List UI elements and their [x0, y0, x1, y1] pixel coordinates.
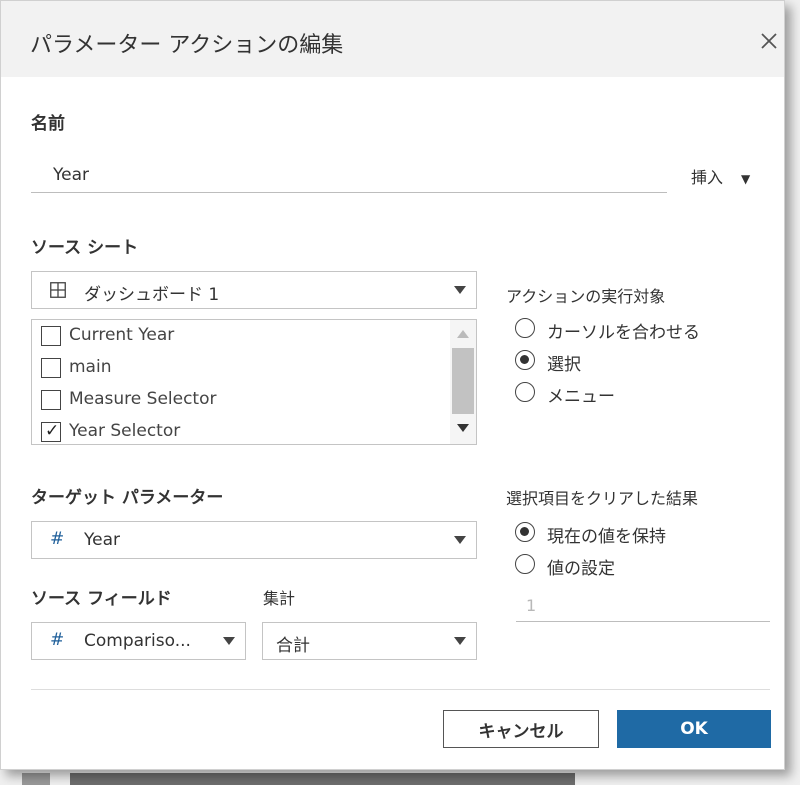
target-parameter-value: Year	[84, 530, 120, 550]
radio-button[interactable]	[515, 382, 535, 402]
aggregation-select[interactable]: 合計	[262, 622, 477, 660]
number-field-icon: #	[50, 630, 65, 650]
radio-label: 選択	[547, 355, 581, 375]
radio-button[interactable]	[515, 318, 535, 338]
source-sheets-label: ソース シート	[31, 238, 139, 258]
dashboard-select-value: ダッシュボード 1	[84, 285, 220, 305]
cancel-button[interactable]: キャンセル	[443, 710, 599, 748]
dashboard-select[interactable]: ダッシュボード 1	[31, 271, 477, 309]
close-icon[interactable]	[758, 30, 780, 52]
sheet-label: Measure Selector	[69, 389, 217, 409]
radio-button[interactable]	[515, 554, 535, 574]
source-field-select[interactable]: # Compariso...	[31, 622, 246, 660]
insert-label: 挿入	[691, 168, 724, 187]
name-label: 名前	[31, 114, 65, 134]
chevron-down-icon	[454, 637, 466, 645]
radio-label: 値の設定	[547, 559, 615, 579]
background-strip	[70, 773, 575, 785]
list-scrollbar[interactable]	[450, 320, 476, 444]
radio-label: 現在の値を保持	[547, 527, 666, 547]
clear-selection-label: 選択項目をクリアした結果	[506, 489, 699, 508]
target-parameter-label: ターゲット パラメーター	[31, 488, 224, 508]
insert-dropdown[interactable]: 挿入 ▼	[691, 164, 750, 188]
aggregation-label: 集計	[263, 589, 296, 608]
radio-selected-dot	[520, 355, 529, 364]
radio-label: カーソルを合わせる	[547, 323, 700, 343]
radio-selected-dot	[520, 527, 529, 536]
sheet-checkbox[interactable]: ✓	[41, 421, 61, 442]
run-action-on-label: アクションの実行対象	[506, 287, 666, 306]
parameter-action-dialog: パラメーター アクションの編集 名前 挿入 ▼ ソース シート ダッシュボード 1…	[0, 0, 785, 770]
sheet-checkbox[interactable]	[41, 326, 61, 346]
name-input[interactable]	[31, 157, 667, 193]
target-parameter-select[interactable]: # Year	[31, 521, 477, 559]
scroll-thumb[interactable]	[452, 348, 474, 414]
scroll-down-arrow-icon[interactable]	[457, 424, 469, 432]
footer-divider	[31, 689, 770, 690]
checkmark-icon: ✓	[45, 421, 60, 441]
set-value-input[interactable]	[516, 590, 770, 622]
radio-button[interactable]	[515, 522, 535, 542]
ok-button[interactable]: OK	[617, 710, 771, 748]
chevron-down-icon	[454, 536, 466, 544]
sheet-label: Year Selector	[69, 421, 181, 441]
source-field-value: Compariso...	[84, 631, 191, 651]
source-field-label: ソース フィールド	[31, 589, 172, 609]
sheet-label: main	[69, 357, 112, 377]
dialog-titlebar: パラメーター アクションの編集	[1, 1, 784, 77]
number-field-icon: #	[50, 529, 65, 549]
sheet-checkbox[interactable]	[41, 390, 61, 410]
sheet-label: Current Year	[69, 325, 175, 345]
sheet-list[interactable]: Current Year main Measure Selector ✓ Yea…	[31, 319, 477, 445]
scroll-up-arrow-icon[interactable]	[457, 330, 469, 338]
chevron-down-icon	[223, 637, 235, 645]
radio-label: メニュー	[547, 387, 615, 407]
sheet-checkbox[interactable]	[41, 358, 61, 378]
background-strip	[22, 773, 50, 785]
radio-button[interactable]	[515, 350, 535, 370]
grid-icon	[50, 282, 66, 298]
aggregation-value: 合計	[276, 636, 310, 656]
chevron-down-icon	[454, 286, 466, 294]
dialog-title: パラメーター アクションの編集	[30, 33, 344, 58]
caret-down-icon: ▼	[741, 172, 751, 186]
